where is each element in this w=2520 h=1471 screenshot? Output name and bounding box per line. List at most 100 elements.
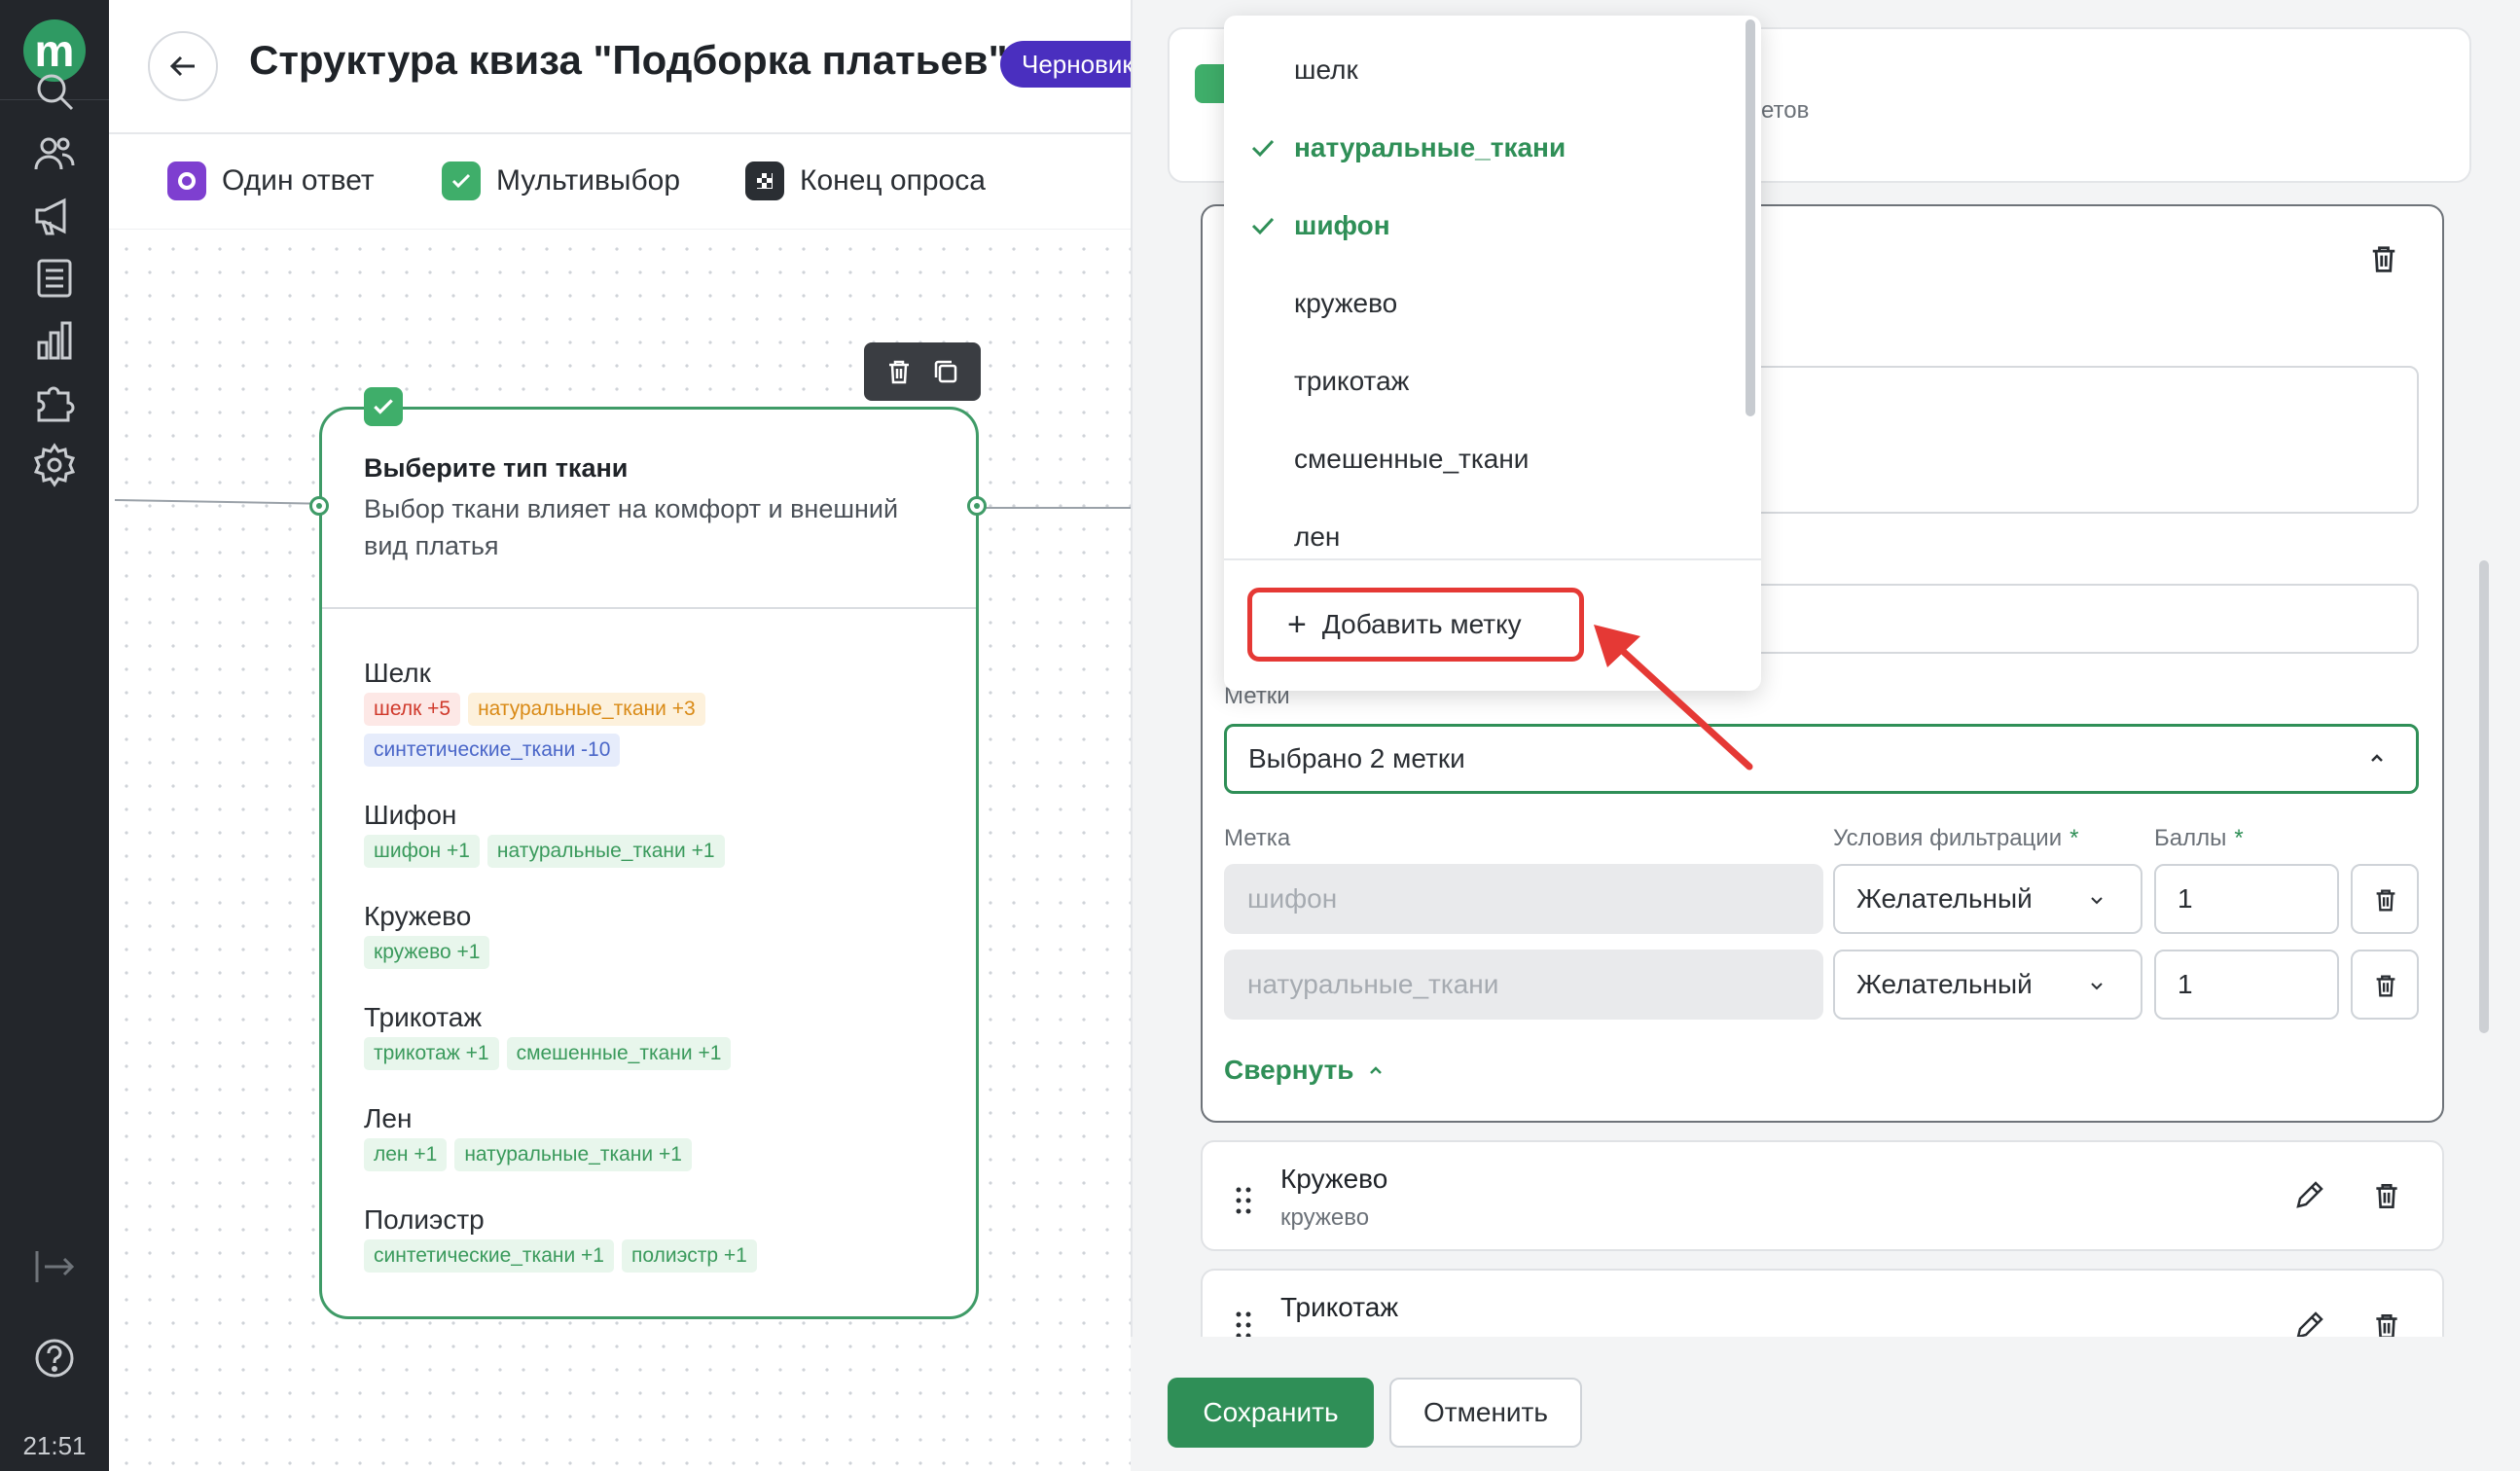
tool-multi-select[interactable]: Мультивыбор xyxy=(442,161,680,200)
tool-label: Мультивыбор xyxy=(496,164,681,197)
save-button[interactable]: Сохранить xyxy=(1168,1378,1374,1448)
divider xyxy=(322,607,976,609)
check-icon xyxy=(1251,139,1275,158)
delete-row-button[interactable] xyxy=(2351,864,2419,934)
drag-handle-icon[interactable] xyxy=(1234,1310,1253,1339)
dropdown-option[interactable]: трикотаж xyxy=(1294,366,1409,397)
tags-select[interactable]: Выбрано 2 метки xyxy=(1224,724,2419,794)
page-title: Структура квиза "Подборка платьев" xyxy=(249,37,1008,83)
column-score: Баллы * xyxy=(2154,825,2244,851)
tag-chip: шелк +5 xyxy=(364,693,461,726)
option-tags: шелк +5 натуральные_ткани +3 синтетические… xyxy=(364,693,957,767)
tag-chip: лен +1 xyxy=(364,1138,448,1171)
check-icon xyxy=(1251,217,1275,235)
filter-select[interactable]: Желательный xyxy=(1833,864,2142,934)
annotation-arrow-icon xyxy=(1594,625,1753,771)
delete-row-button[interactable] xyxy=(2351,950,2419,1020)
pencil-icon[interactable] xyxy=(2292,1179,2325,1212)
node-description: Выбор ткани влияет на комфорт и внешний … xyxy=(364,494,899,560)
add-tag-button[interactable]: + Добавить метку xyxy=(1247,588,1584,662)
option-name: Кружево xyxy=(364,901,472,931)
dropdown-scrollbar[interactable] xyxy=(1746,19,1755,416)
option-name: Полиэстр xyxy=(364,1204,485,1235)
answer-tag: кружево xyxy=(1280,1204,1370,1231)
tool-label: Конец опроса xyxy=(800,164,986,197)
dropdown-option[interactable]: кружево xyxy=(1294,288,1397,319)
finish-flag-icon xyxy=(745,161,784,200)
option-tags: синтетические_ткани +1 полиэстр +1 xyxy=(364,1239,957,1273)
megaphone-icon[interactable] xyxy=(31,193,78,239)
help-icon[interactable] xyxy=(31,1335,78,1381)
tool-single-answer[interactable]: Один ответ xyxy=(167,161,375,200)
filter-select[interactable]: Желательный xyxy=(1833,950,2142,1020)
tag-chip: полиэстр +1 xyxy=(622,1239,757,1273)
option-tags: трикотаж +1 смешенные_ткани +1 xyxy=(364,1037,957,1070)
sidebar: m 21:51 xyxy=(0,0,109,1471)
trash-icon[interactable] xyxy=(2370,1179,2403,1212)
panel-scrollbar[interactable] xyxy=(2479,560,2489,1033)
tag-chip: смешенные_ткани +1 xyxy=(506,1037,732,1070)
tag-chip: синтетические_ткани -10 xyxy=(364,734,621,767)
tag-chip: шифон +1 xyxy=(364,835,480,868)
option-tags: кружево +1 xyxy=(364,936,957,969)
settings-text: етов xyxy=(1761,97,1810,124)
tag-name-field: шифон xyxy=(1224,864,1823,934)
clock: 21:51 xyxy=(22,1431,87,1460)
chevron-down-icon xyxy=(2091,983,2103,990)
tag-chip: синтетические_ткани +1 xyxy=(364,1239,614,1273)
tags-select-value: Выбрано 2 метки xyxy=(1248,743,1465,773)
column-tag: Метка xyxy=(1224,825,1291,851)
divider xyxy=(1224,558,1761,560)
collapse-button[interactable]: Свернуть xyxy=(1224,1055,1386,1086)
radio-icon xyxy=(167,161,206,200)
chart-icon[interactable] xyxy=(31,317,78,364)
output-port[interactable] xyxy=(967,496,987,516)
option-name: Шелк xyxy=(364,658,431,688)
drag-handle-icon[interactable] xyxy=(1234,1185,1253,1216)
dropdown-option[interactable]: натуральные_ткани xyxy=(1294,132,1566,163)
logout-icon[interactable] xyxy=(31,1243,78,1290)
pencil-icon[interactable] xyxy=(2292,1310,2325,1339)
plus-icon: + xyxy=(1287,606,1307,643)
tag-chip: натуральные_ткани +3 xyxy=(468,693,705,726)
dropdown-option[interactable]: шелк xyxy=(1294,54,1358,86)
list-icon[interactable] xyxy=(31,255,78,302)
trash-icon[interactable] xyxy=(883,356,915,387)
dropdown-option[interactable]: лен xyxy=(1294,521,1340,553)
column-filter: Условия фильтрации * xyxy=(1833,825,2079,851)
trash-icon[interactable] xyxy=(2370,1310,2403,1339)
chevron-up-icon xyxy=(1369,1066,1382,1074)
answer-card[interactable]: Кружево кружево xyxy=(1201,1140,2444,1251)
copy-icon[interactable] xyxy=(930,356,961,387)
node-title: Выберите тип ткани xyxy=(364,453,629,483)
users-icon[interactable] xyxy=(31,130,78,177)
back-button[interactable] xyxy=(148,31,218,101)
gear-icon[interactable] xyxy=(31,442,78,488)
option-tags: шифон +1 натуральные_ткани +1 xyxy=(364,835,957,868)
input-port[interactable] xyxy=(309,496,329,516)
cancel-button[interactable]: Отменить xyxy=(1389,1378,1582,1448)
tool-end-survey[interactable]: Конец опроса xyxy=(745,161,986,200)
trash-icon xyxy=(2376,975,2395,997)
tag-chip: натуральные_ткани +1 xyxy=(454,1138,692,1171)
answer-card[interactable]: Трикотаж xyxy=(1201,1269,2444,1339)
score-input[interactable]: 1 xyxy=(2154,950,2339,1020)
checkbox-icon xyxy=(364,387,403,426)
dropdown-option[interactable]: смешенные_ткани xyxy=(1294,444,1529,475)
search-icon[interactable] xyxy=(31,68,78,115)
answer-name: Трикотаж xyxy=(1280,1292,1399,1322)
trash-icon xyxy=(2376,889,2395,912)
score-input[interactable]: 1 xyxy=(2154,864,2339,934)
answer-name: Кружево xyxy=(1280,1164,1388,1194)
option-name: Шифон xyxy=(364,800,457,830)
checkbox-icon xyxy=(442,161,481,200)
dropdown-option[interactable]: шифон xyxy=(1294,210,1390,241)
tag-chip: трикотаж +1 xyxy=(364,1037,499,1070)
connector-out xyxy=(979,507,1131,509)
node-actions xyxy=(864,342,981,401)
add-tag-label: Добавить метку xyxy=(1321,609,1522,639)
option-name: Лен xyxy=(364,1103,413,1133)
trash-icon[interactable] xyxy=(2366,241,2401,276)
puzzle-icon[interactable] xyxy=(31,379,78,426)
tool-label: Один ответ xyxy=(222,164,375,197)
